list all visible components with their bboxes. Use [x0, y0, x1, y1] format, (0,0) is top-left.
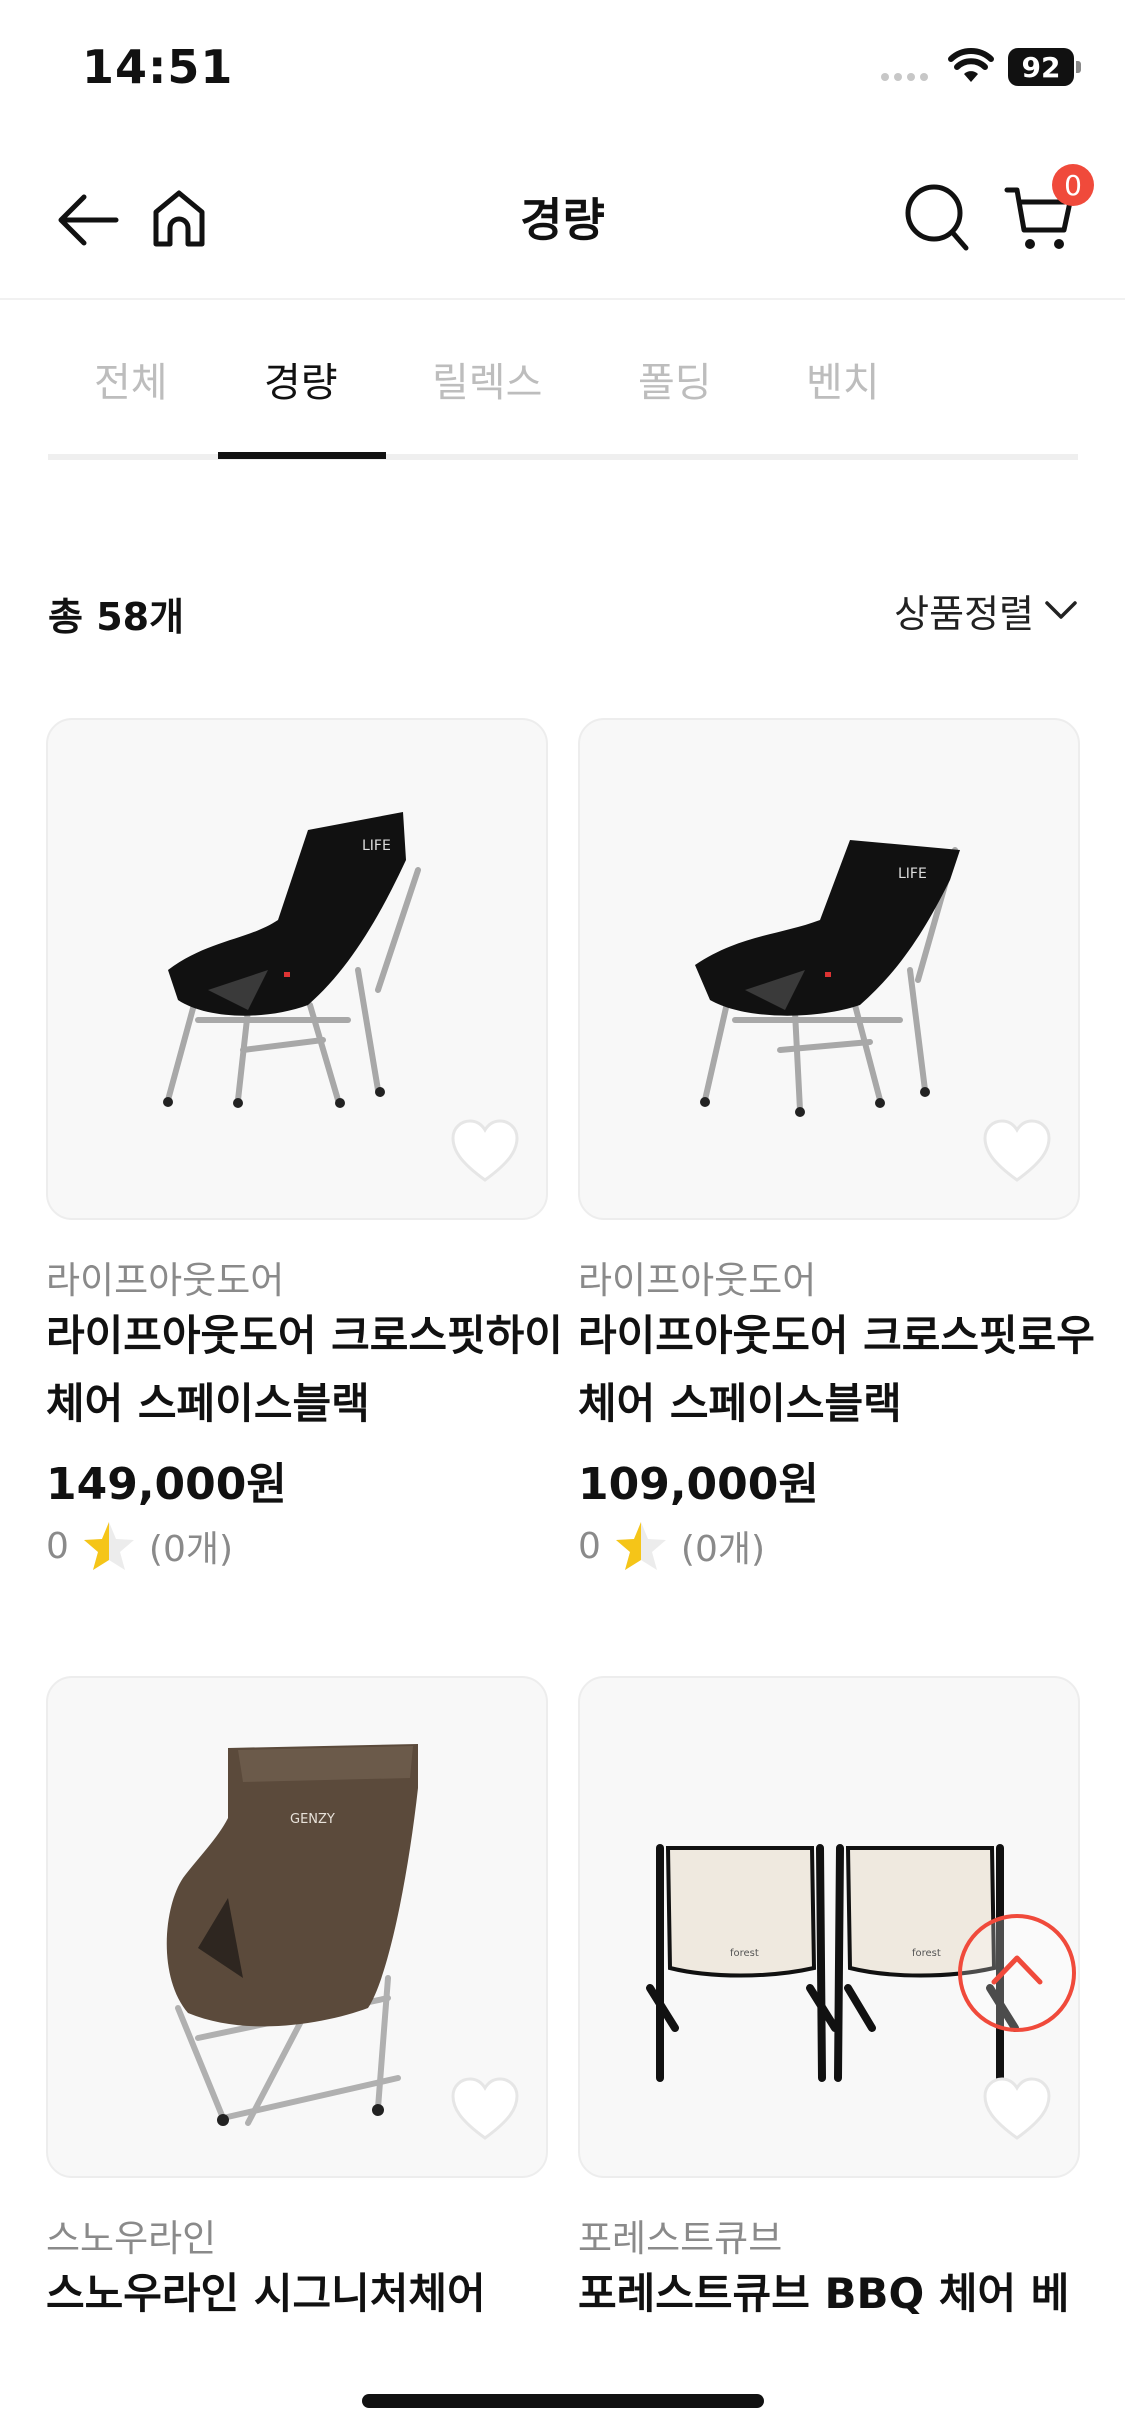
tab-lightweight[interactable]: 경량 [264, 350, 338, 408]
battery-icon: 92 [1008, 48, 1082, 86]
svg-text:forest: forest [912, 1948, 941, 1959]
product-brand: 스노우라인 [46, 2217, 217, 2260]
status-time: 14:51 [82, 40, 234, 94]
product-image[interactable]: LIFE [578, 718, 1080, 1220]
search-icon[interactable] [902, 180, 972, 254]
product-brand: 라이프아웃도어 [578, 1259, 817, 1302]
product-image[interactable]: LIFE [46, 718, 548, 1220]
product-name[interactable]: 포레스트큐브 BBQ 체어 베 [578, 2260, 1080, 2328]
product-name[interactable]: 라이프아웃도어 크로스핏하이체어 스페이스블랙 [46, 1302, 586, 1438]
cellular-signal-icon [881, 73, 928, 81]
home-indicator [362, 2394, 764, 2408]
svg-text:forest: forest [730, 1948, 759, 1959]
review-count: (0개) [680, 1529, 766, 1570]
product-price: 109,000원 [578, 1459, 819, 1510]
sort-dropdown-button[interactable]: 상품정렬 [894, 584, 1078, 636]
product-brand: 라이프아웃도어 [46, 1259, 285, 1302]
scroll-to-top-button[interactable] [958, 1914, 1076, 2032]
star-icon [615, 1522, 666, 1570]
top-navigation-bar: 경량 0 [0, 140, 1125, 300]
sort-label: 상품정렬 [894, 591, 1034, 636]
product-image[interactable]: GENZY [46, 1676, 548, 2178]
product-name[interactable]: 스노우라인 시그니처체어 [46, 2260, 586, 2328]
chevron-up-icon [991, 1955, 1043, 1985]
status-bar: 14:51 92 [0, 0, 1125, 140]
rating-row: 0 (0개) [578, 1518, 765, 1574]
product-brand: 포레스트큐브 [578, 2217, 783, 2260]
total-count: 총 58개 [48, 595, 185, 639]
wifi-icon [948, 48, 994, 82]
product-name[interactable]: 라이프아웃도어 크로스핏로우체어 스페이스블랙 [578, 1302, 1118, 1438]
rating-score: 0 [46, 1525, 69, 1567]
svg-text:LIFE: LIFE [898, 866, 927, 882]
cart-count-badge: 0 [1052, 164, 1094, 206]
heart-icon[interactable] [450, 2076, 520, 2142]
star-icon [83, 1522, 134, 1570]
review-count: (0개) [148, 1529, 234, 1570]
tab-relax[interactable]: 릴렉스 [432, 350, 542, 408]
heart-icon[interactable] [982, 2076, 1052, 2142]
category-tabs: 전체 경량 릴렉스 폴딩 벤치 [48, 330, 1078, 460]
svg-text:GENZY: GENZY [290, 1812, 335, 1827]
rating-score: 0 [578, 1525, 601, 1567]
tab-folding[interactable]: 폴딩 [638, 350, 712, 408]
svg-text:LIFE: LIFE [362, 838, 391, 854]
list-summary: 총 58개 상품정렬 [48, 580, 1078, 640]
tabs-track [48, 454, 1078, 460]
tab-bench[interactable]: 벤치 [806, 350, 880, 408]
heart-icon[interactable] [982, 1118, 1052, 1184]
heart-icon[interactable] [450, 1118, 520, 1184]
active-tab-indicator [218, 452, 386, 459]
chevron-down-icon [1045, 601, 1077, 619]
rating-row: 0 (0개) [46, 1518, 233, 1574]
product-price: 149,000원 [46, 1459, 287, 1510]
battery-level: 92 [1008, 48, 1074, 86]
tab-all[interactable]: 전체 [94, 350, 168, 408]
